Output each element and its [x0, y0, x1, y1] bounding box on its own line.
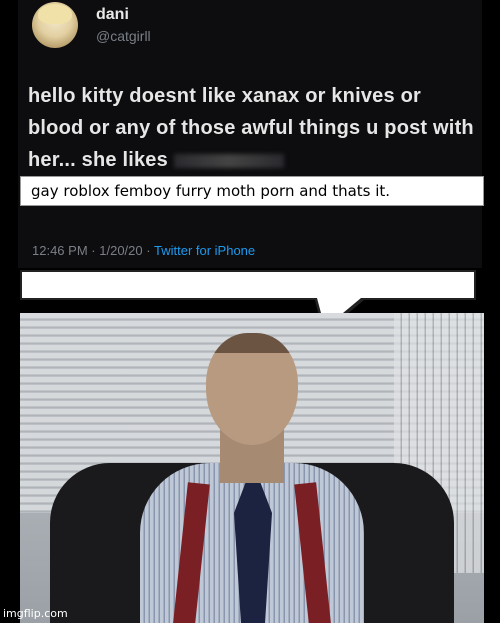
tweet-card: dani @catgirll hello kitty doesnt like x… [18, 0, 482, 268]
tweet-date: 1/20/20 [99, 243, 143, 258]
meta-separator: · [146, 243, 151, 258]
display-name[interactable]: dani [96, 6, 129, 24]
imgflip-watermark: imgflip.com [3, 607, 68, 620]
reaction-photo [20, 313, 484, 623]
tweet-meta: 12:46 PM · 1/20/20 · Twitter for iPhone [32, 243, 255, 258]
tweet-text: hello kitty doesnt like xanax or knives … [28, 80, 478, 176]
speech-bubble [20, 270, 476, 300]
blurred-text [173, 153, 284, 168]
head [206, 333, 298, 445]
necktie [234, 483, 272, 623]
overlay-caption-box: gay roblox femboy furry moth porn and th… [20, 176, 484, 206]
avatar[interactable] [32, 2, 78, 48]
meta-separator: · [91, 243, 96, 258]
avatar-hair [38, 4, 72, 24]
tweet-client[interactable]: Twitter for iPhone [154, 243, 255, 258]
tweet-time: 12:46 PM [32, 243, 88, 258]
user-handle[interactable]: @catgirll [96, 28, 151, 44]
meme-frame: dani @catgirll hello kitty doesnt like x… [0, 0, 500, 623]
overlay-caption: gay roblox femboy furry moth porn and th… [31, 182, 391, 200]
